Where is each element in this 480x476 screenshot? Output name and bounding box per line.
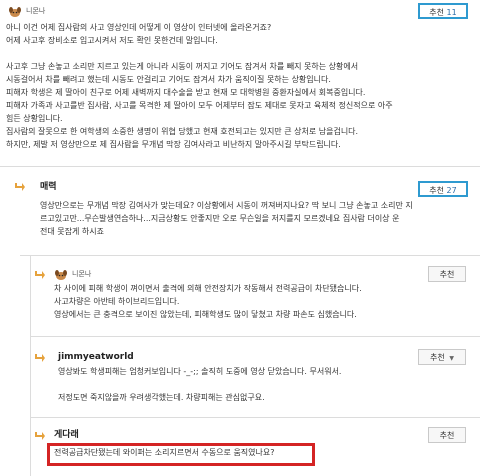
post-line: 힘든 상황입니다.	[6, 114, 63, 123]
divider	[30, 417, 480, 418]
reply-line: 영상에서는 큰 충격으로 보이진 않았는데, 피해학생도 많이 닿쳤고 차량 파…	[54, 310, 357, 319]
recommend-label: 추천	[429, 8, 444, 17]
reply-arrow-icon	[14, 182, 26, 192]
post-line: 하지만, 제발 저 영상만으로 제 집사람을 무개념 막장 김여사라고 비난하지…	[6, 140, 341, 149]
post-line: 피해자 가족과 사고를반 집사람, 사고를 목격한 제 딸아이 모두 어제부터 …	[6, 101, 393, 110]
post-line: 아니 이건 어제 집사람의 사고 영상인데 어떻게 이 영상이 인터넷에 올라온…	[6, 23, 272, 32]
reply-body: 영상만으로는 무개념 막장 김여사가 맞는데요? 이상황에서 시동이 꺼져버지나…	[40, 200, 413, 239]
reply-author[interactable]: 매력	[40, 181, 57, 195]
post-author[interactable]: 니몬나	[26, 5, 45, 19]
post-line: 시동걸어서 차를 빼려고 했는데 시동도 안걸리고 기어도 잠겨서 차가 움직이…	[6, 75, 331, 84]
reply-line: 차 사이에 피해 학생이 껴이면서 출격에 의해 안전장치가 작동해서 전력공급…	[54, 284, 362, 293]
recommend-button[interactable]: 추천	[428, 427, 466, 443]
recommend-count: 11	[446, 8, 457, 17]
divider	[30, 336, 480, 337]
post-line	[6, 48, 393, 61]
dog-avatar-icon	[8, 6, 22, 18]
divider	[0, 166, 480, 167]
reply-author[interactable]: jimmyeatworld	[58, 351, 134, 365]
post-line: 집사람의 잘못으로 한 여학생의 소중한 생명이 위협 당했고 현재 호전되고는…	[6, 127, 359, 136]
reply-body: 영상봐도 학생피해는 엄청커보입니다 -_-;; 솔직히 도중에 영상 닫았습니…	[58, 366, 341, 405]
post-line: 피해자 학생은 제 딸아이 친구로 어제 새벽까지 대수술을 받고 현재 모 대…	[6, 88, 366, 97]
recommend-label: 추천	[429, 186, 444, 195]
recommend-label: 추천	[439, 270, 455, 279]
reply-arrow-icon	[34, 270, 46, 280]
reply-body: 차 사이에 피해 학생이 껴이면서 출격에 의해 안전장치가 작동해서 전력공급…	[54, 283, 362, 322]
reply-arrow-icon	[34, 431, 46, 441]
recommend-button[interactable]: 추천	[428, 266, 466, 282]
reply-line	[58, 379, 341, 392]
post-line: 사고후 그냥 손놓고 소리만 지르고 있는게 아니라 시동이 꺼지고 기어도 잠…	[6, 62, 359, 71]
post-line: 어제 사고후 장비소로 입고시켜서 저도 확인 못한건데 말입니다.	[6, 36, 218, 45]
recommend-label: 추천	[439, 431, 455, 440]
reply-line: 전대 못잡게 하시죠	[40, 227, 104, 236]
recommend-label: 추천	[430, 353, 445, 362]
recommend-button[interactable]: 추천 ▼	[418, 349, 466, 365]
chevron-down-icon[interactable]: ▼	[449, 355, 454, 362]
recommend-button[interactable]: 추천 27	[418, 181, 468, 197]
reply-line: 영상봐도 학생피해는 엄청커보입니다 -_-;; 솔직히 도중에 영상 닫았습니…	[58, 367, 342, 376]
reply-line: 영상만으로는 무개념 막장 김여사가 맞는데요? 이상황에서 시동이 꺼져버지나…	[40, 201, 413, 210]
reply-indent-line	[30, 256, 31, 476]
post-body: 아니 이건 어제 집사람의 사고 영상인데 어떻게 이 영상이 인터넷에 올라온…	[6, 22, 393, 152]
reply-author[interactable]: 게다래	[54, 429, 79, 443]
divider	[20, 255, 480, 256]
recommend-button[interactable]: 추천 11	[418, 3, 468, 19]
dog-avatar-icon	[54, 269, 68, 281]
reply-line: 르고있고만...무슨발생연습하나...지금상황도 안좋지만 오로 무슨일을 저지…	[40, 214, 400, 223]
reply-line: 전력공급차단됐는데 와이퍼는 소리지르면서 수동으로 움직였나요?	[54, 448, 275, 457]
reply-body: 전력공급차단됐는데 와이퍼는 소리지르면서 수동으로 움직였나요?	[54, 447, 275, 460]
recommend-count: 27	[446, 186, 457, 195]
reply-arrow-icon	[34, 353, 46, 363]
reply-author[interactable]: 니몬나	[72, 268, 91, 282]
reply-line: 사고차량은 아반테 하이브리드입니다.	[54, 297, 180, 306]
reply-line: 저정도면 죽지않을까 우려생각했는데. 차량피해는 관심없구요.	[58, 393, 265, 402]
